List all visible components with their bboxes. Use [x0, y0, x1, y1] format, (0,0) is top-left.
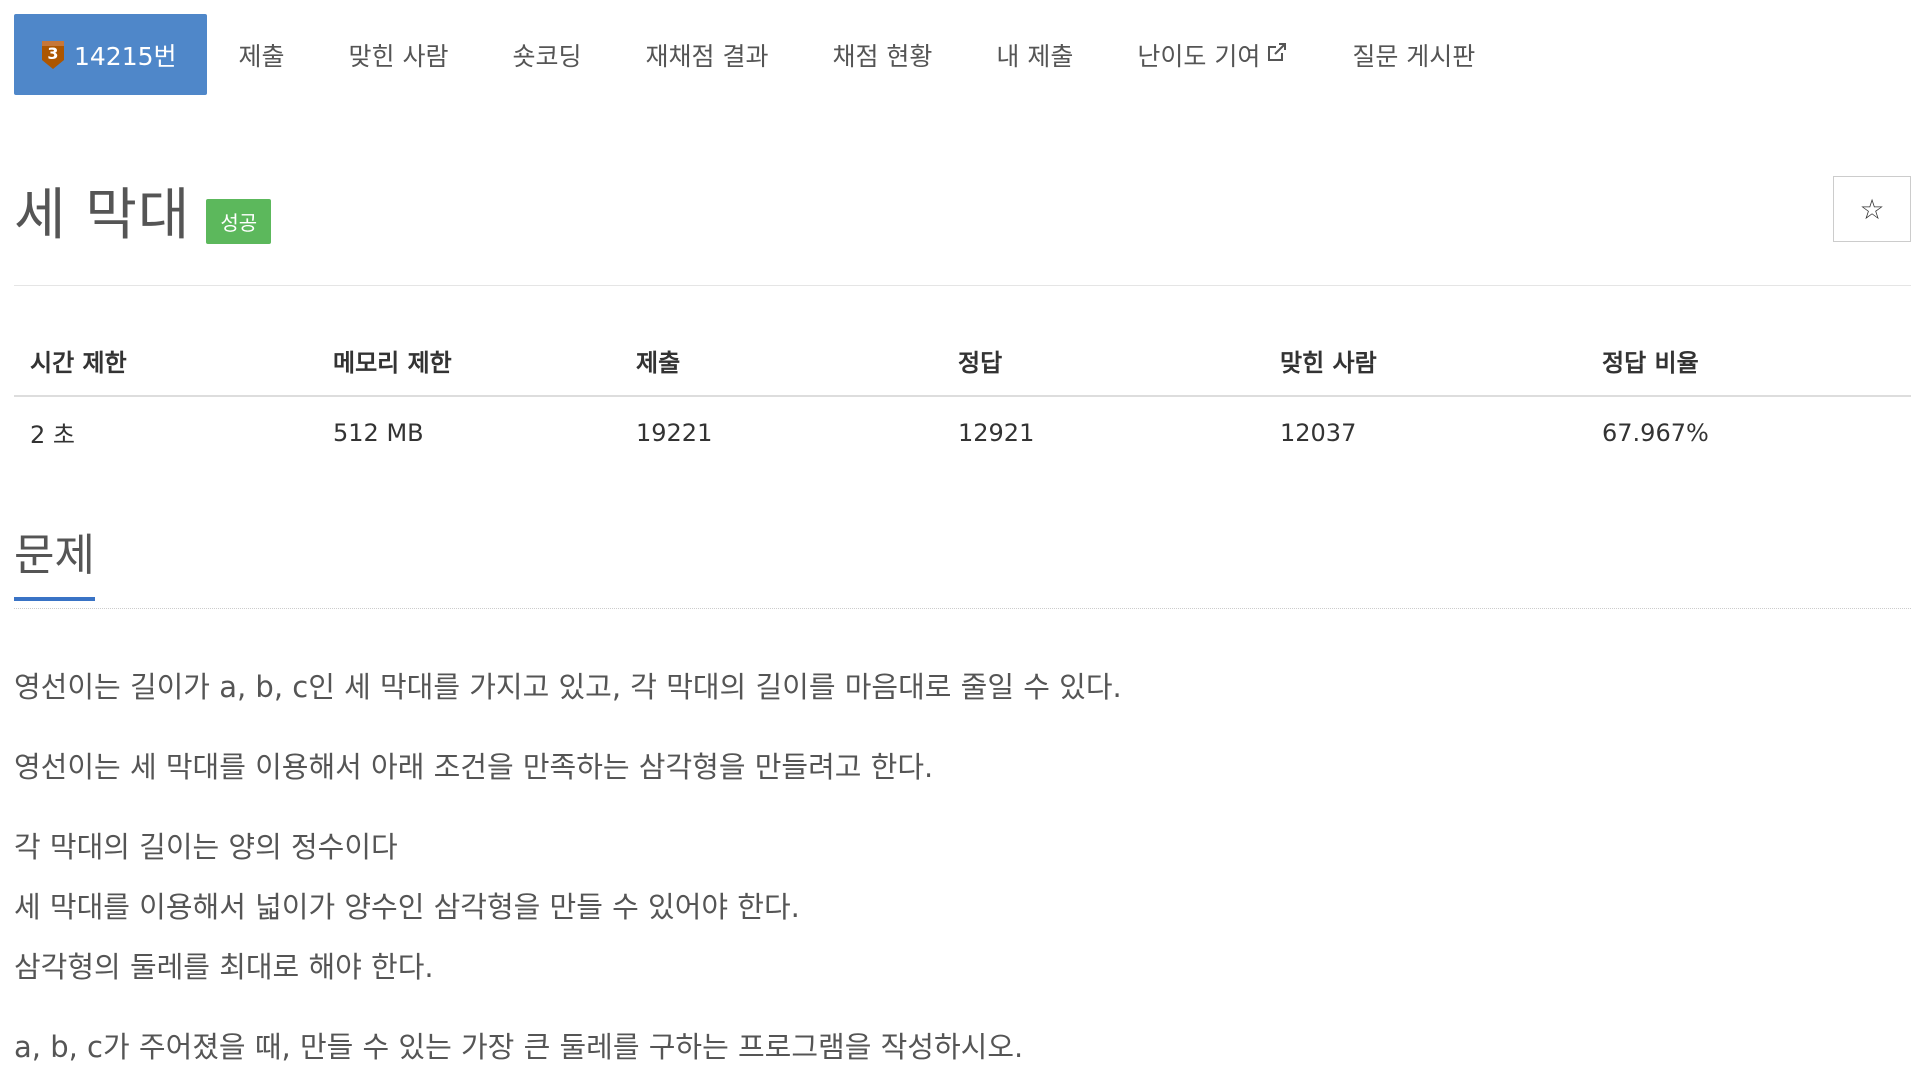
info-table-row: 2 초 512 MB 19221 12921 12037 67.967% — [14, 397, 1911, 468]
tab-difficulty-contribution-label: 난이도 기여 — [1137, 41, 1261, 71]
tab-submit[interactable]: 제출 — [207, 14, 317, 95]
favorite-star-button[interactable]: ☆ — [1833, 176, 1911, 242]
tab-my-submissions-label: 내 제출 — [996, 41, 1074, 71]
problem-page: 3 14215번 제출 맞힌 사람 숏코딩 재채점 결과 채점 현황 내 제출 … — [0, 0, 1916, 1086]
tab-short-coding-label: 숏코딩 — [512, 41, 582, 71]
description-condition-item: 삼각형의 둘레를 최대로 해야 한다. — [14, 950, 434, 984]
header-memory-limit: 메모리 제한 — [333, 349, 452, 377]
tab-solved-users-label: 맞힌 사람 — [348, 41, 449, 71]
section-title: 문제 — [14, 530, 95, 601]
tab-my-submissions[interactable]: 내 제출 — [964, 14, 1105, 95]
value-time-limit: 2 초 — [30, 421, 75, 449]
external-link-icon — [1266, 40, 1288, 69]
header-time-limit: 시간 제한 — [30, 349, 127, 377]
status-badge: 성공 — [206, 199, 272, 244]
value-accepted: 12921 — [958, 418, 1035, 447]
problem-nav: 3 14215번 제출 맞힌 사람 숏코딩 재채점 결과 채점 현황 내 제출 … — [14, 14, 1507, 95]
star-icon: ☆ — [1859, 192, 1885, 226]
tab-solved-users[interactable]: 맞힌 사람 — [317, 14, 481, 95]
header-accepted: 정답 — [958, 349, 1003, 377]
tab-problem-number-label: 14215번 — [74, 41, 177, 71]
problem-title: 세 막대 — [14, 183, 191, 248]
value-submissions: 19221 — [636, 418, 713, 447]
value-solved-users: 12037 — [1280, 418, 1357, 447]
header-solved-users: 맞힌 사람 — [1280, 349, 1377, 377]
bronze-tier-icon: 3 — [40, 40, 66, 70]
tab-question-board-label: 질문 게시판 — [1352, 41, 1476, 71]
description-condition-item: 각 막대의 길이는 양의 정수이다 — [14, 830, 398, 864]
tab-judge-status[interactable]: 채점 현황 — [800, 14, 964, 95]
value-memory-limit: 512 MB — [333, 418, 424, 447]
value-accept-ratio: 67.967% — [1602, 418, 1709, 447]
tab-problem-number[interactable]: 3 14215번 — [14, 14, 207, 95]
problem-section-header: 문제 — [14, 530, 1911, 609]
tab-rejudge-results[interactable]: 재채점 결과 — [614, 14, 801, 95]
problem-info-table: 시간 제한 메모리 제한 제출 정답 맞힌 사람 정답 비율 2 초 512 M… — [14, 326, 1911, 468]
title-divider — [14, 285, 1911, 286]
tab-short-coding[interactable]: 숏코딩 — [481, 14, 614, 95]
problem-title-row: 세 막대 성공 — [14, 170, 272, 251]
description-paragraph: 영선이는 세 막대를 이용해서 아래 조건을 만족하는 삼각형을 만들려고 한다… — [14, 750, 934, 784]
tab-submit-label: 제출 — [238, 41, 285, 71]
description-condition-item: 세 막대를 이용해서 넓이가 양수인 삼각형을 만들 수 있어야 한다. — [14, 890, 800, 924]
svg-text:3: 3 — [47, 44, 58, 63]
header-submissions: 제출 — [636, 349, 681, 377]
description-paragraph: a, b, c가 주어졌을 때, 만들 수 있는 가장 큰 둘레를 구하는 프로… — [14, 1030, 1024, 1064]
header-accept-ratio: 정답 비율 — [1602, 349, 1699, 377]
tab-rejudge-results-label: 재채점 결과 — [645, 41, 769, 71]
tab-judge-status-label: 채점 현황 — [832, 41, 933, 71]
description-paragraph: 영선이는 길이가 a, b, c인 세 막대를 가지고 있고, 각 막대의 길이… — [14, 670, 1122, 704]
tab-question-board[interactable]: 질문 게시판 — [1320, 14, 1507, 95]
info-table-header: 시간 제한 메모리 제한 제출 정답 맞힌 사람 정답 비율 — [14, 326, 1911, 397]
tab-difficulty-contribution[interactable]: 난이도 기여 — [1105, 14, 1320, 95]
